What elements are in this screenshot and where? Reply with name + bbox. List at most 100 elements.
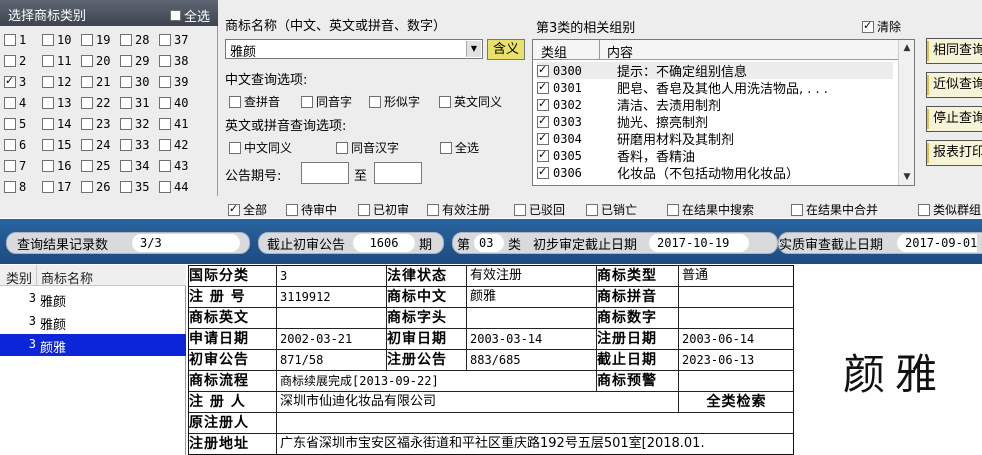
checkbox[interactable] xyxy=(42,34,54,46)
checkbox[interactable] xyxy=(229,95,241,108)
checkbox[interactable] xyxy=(42,139,54,151)
checkbox[interactable] xyxy=(81,55,93,67)
checkbox[interactable] xyxy=(81,97,93,109)
checkbox[interactable] xyxy=(81,118,93,130)
checkbox[interactable] xyxy=(42,160,54,172)
group-row[interactable]: 0306 化妆品（不包括动物用化妆品） xyxy=(537,164,799,182)
meaning-button[interactable]: 含义 xyxy=(487,39,525,60)
checkbox[interactable] xyxy=(81,76,93,88)
checkbox[interactable] xyxy=(4,139,16,151)
same-query-button[interactable]: 相同查询 xyxy=(926,38,982,64)
checkbox[interactable] xyxy=(159,139,171,151)
class-checkbox-23[interactable]: 23 xyxy=(81,117,110,131)
class-checkbox-13[interactable]: 13 xyxy=(42,96,71,110)
filter-8[interactable]: 类似群组 xyxy=(918,201,981,218)
checkbox[interactable] xyxy=(159,76,171,88)
checkbox[interactable] xyxy=(537,148,549,162)
checkbox[interactable] xyxy=(81,181,93,193)
class-checkbox-24[interactable]: 24 xyxy=(81,138,110,152)
class-checkbox-29[interactable]: 29 xyxy=(120,54,149,68)
checkbox[interactable] xyxy=(369,95,381,108)
group-row[interactable]: 0302清洁、去渍用制剂 xyxy=(537,96,721,114)
class-checkbox-5[interactable]: 5 xyxy=(4,117,26,131)
result-row[interactable]: 3 雅颜 xyxy=(0,288,186,310)
class-checkbox-25[interactable]: 25 xyxy=(81,159,110,173)
class-checkbox-31[interactable]: 31 xyxy=(120,96,149,110)
class-checkbox-3[interactable]: 3 xyxy=(4,74,26,89)
checkbox[interactable] xyxy=(4,34,16,46)
checkbox[interactable] xyxy=(537,80,549,94)
class-checkbox-42[interactable]: 42 xyxy=(159,138,188,152)
checkbox[interactable] xyxy=(667,203,679,216)
class-checkbox-2[interactable]: 2 xyxy=(4,54,26,68)
checkbox[interactable] xyxy=(4,118,16,130)
class-checkbox-39[interactable]: 39 xyxy=(159,75,188,89)
class-checkbox-35[interactable]: 35 xyxy=(120,180,149,194)
en-option-1[interactable]: 同音汉字 xyxy=(336,139,399,156)
class-checkbox-44[interactable]: 44 xyxy=(159,180,188,194)
checkbox[interactable] xyxy=(120,55,132,67)
checkbox[interactable] xyxy=(4,55,16,67)
scroll-down-icon[interactable]: ▼ xyxy=(900,170,914,184)
class-checkbox-41[interactable]: 41 xyxy=(159,117,188,131)
checkbox[interactable] xyxy=(81,34,93,46)
class-checkbox-14[interactable]: 14 xyxy=(42,117,71,131)
class-checkbox-43[interactable]: 43 xyxy=(159,159,188,173)
class-checkbox-28[interactable]: 28 xyxy=(120,33,149,47)
groups-scrollbar[interactable]: ▲ ▼ xyxy=(898,40,914,185)
cn-option-1[interactable]: 同音字 xyxy=(301,93,352,110)
announce-to-input[interactable] xyxy=(374,162,422,184)
checkbox[interactable] xyxy=(120,139,132,151)
checkbox[interactable] xyxy=(42,76,54,88)
clear-groups-checkbox[interactable]: 清除 xyxy=(862,18,901,35)
clear-box[interactable] xyxy=(862,19,874,33)
checkbox[interactable] xyxy=(159,160,171,172)
class-checkbox-34[interactable]: 34 xyxy=(120,159,149,173)
class-checkbox-6[interactable]: 6 xyxy=(4,138,26,152)
stop-query-button[interactable]: 停止查询 xyxy=(926,106,982,132)
scroll-up-icon[interactable]: ▲ xyxy=(900,41,914,55)
checkbox[interactable] xyxy=(229,141,241,154)
cn-option-0[interactable]: 查拼音 xyxy=(229,93,280,110)
class-checkbox-7[interactable]: 7 xyxy=(4,159,26,173)
class-checkbox-11[interactable]: 11 xyxy=(42,54,71,68)
checkbox[interactable] xyxy=(4,74,16,88)
checkbox[interactable] xyxy=(42,55,54,67)
checkbox[interactable] xyxy=(159,34,171,46)
group-row[interactable]: 0305香料，香精油 xyxy=(537,147,695,165)
checkbox[interactable] xyxy=(228,202,240,216)
announce-from-input[interactable] xyxy=(301,162,349,184)
checkbox[interactable] xyxy=(4,160,16,172)
select-all-classes-checkbox[interactable]: 全选 xyxy=(170,6,210,25)
checkbox[interactable] xyxy=(159,97,171,109)
cn-option-2[interactable]: 形似字 xyxy=(369,93,420,110)
checkbox[interactable] xyxy=(514,203,526,216)
class-checkbox-37[interactable]: 37 xyxy=(159,33,188,47)
group-row[interactable]: 0303抛光、擦亮制剂 xyxy=(537,113,708,131)
checkbox[interactable] xyxy=(918,203,930,216)
class-checkbox-15[interactable]: 15 xyxy=(42,138,71,152)
class-checkbox-17[interactable]: 17 xyxy=(42,180,71,194)
checkbox[interactable] xyxy=(537,63,549,77)
checkbox[interactable] xyxy=(120,76,132,88)
checkbox[interactable] xyxy=(4,181,16,193)
chevron-down-icon[interactable]: ▼ xyxy=(466,41,481,57)
checkbox[interactable] xyxy=(81,160,93,172)
group-row[interactable]: 0300提示：不确定组别信息 xyxy=(537,62,893,80)
checkbox[interactable] xyxy=(586,203,598,216)
checkbox[interactable] xyxy=(427,203,439,216)
checkbox[interactable] xyxy=(120,181,132,193)
group-row[interactable]: 0304研磨用材料及其制剂 xyxy=(537,130,734,148)
filter-3[interactable]: 有效注册 xyxy=(427,201,490,218)
checkbox[interactable] xyxy=(336,141,348,154)
filter-5[interactable]: 已销亡 xyxy=(586,201,637,218)
checkbox[interactable] xyxy=(120,160,132,172)
class-checkbox-26[interactable]: 26 xyxy=(81,180,110,194)
checkbox[interactable] xyxy=(537,131,549,145)
checkbox[interactable] xyxy=(4,97,16,109)
filter-7[interactable]: 在结果中合并 xyxy=(791,201,878,218)
checkbox[interactable] xyxy=(358,203,370,216)
filter-6[interactable]: 在结果中搜索 xyxy=(667,201,754,218)
checkbox[interactable] xyxy=(439,95,451,108)
checkbox[interactable] xyxy=(120,34,132,46)
